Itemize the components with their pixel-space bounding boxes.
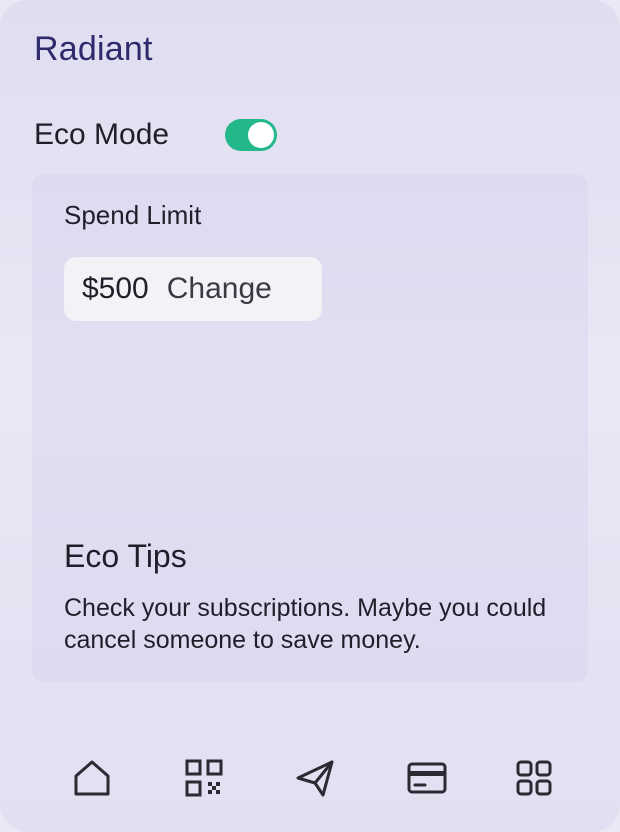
nav-menu[interactable] (504, 748, 564, 808)
nav-send[interactable] (285, 748, 345, 808)
nav-home[interactable] (62, 748, 122, 808)
app-title: Radiant (34, 30, 153, 68)
eco-tips-title: Eco Tips (64, 538, 187, 574)
eco-tips-text: Check your subscriptions. Maybe you coul… (64, 594, 547, 654)
change-limit-button[interactable]: Change (167, 272, 272, 306)
app-screen: Radiant Eco Mode Spend Limit $500 Change… (0, 0, 620, 832)
card-icon (407, 762, 447, 794)
eco-mode-row: Eco Mode (34, 118, 278, 152)
nav-qr[interactable] (174, 748, 234, 808)
eco-mode-label: Eco Mode (34, 118, 170, 151)
home-icon (74, 760, 110, 796)
send-icon (296, 760, 334, 797)
toggle-knob (248, 122, 275, 148)
nav-card[interactable] (397, 748, 457, 808)
bottom-nav (0, 748, 620, 808)
eco-mode-toggle[interactable] (225, 119, 278, 151)
qr-code-icon (185, 759, 223, 797)
spend-limit-label: Spend Limit (64, 200, 202, 230)
spend-limit-pill: $500 Change (64, 257, 322, 321)
grid-icon (516, 760, 552, 796)
spend-limit-amount: $500 (82, 272, 149, 305)
main-card: Spend Limit $500 Change Eco Tips Check y… (32, 174, 588, 682)
